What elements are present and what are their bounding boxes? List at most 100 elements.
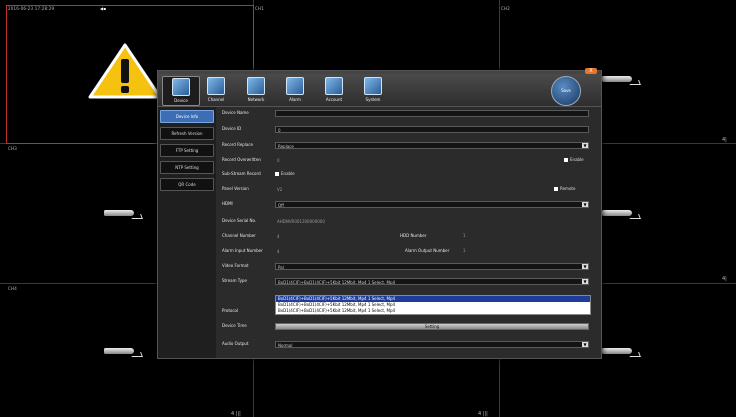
chevron-down-icon[interactable]: ▼ [582, 202, 588, 207]
channel-marker: 4| [722, 276, 727, 282]
field-label: Device Serial No. [222, 218, 257, 223]
row-hdmi: HDMI Off ▼ [220, 198, 592, 212]
select-value: Normal [278, 343, 293, 348]
row-device-name: Device Name [220, 107, 592, 121]
chevron-down-icon[interactable]: ▼ [582, 279, 588, 284]
sidebar-item-qr-code[interactable]: QR Code [160, 178, 214, 191]
channel-label: CH2 [501, 6, 510, 11]
field-label: Alarm Input Number [222, 248, 263, 253]
speaker-icon: ◀▪ [100, 6, 107, 11]
device-info-form: Device Name Device ID 0 Record Replace R… [220, 107, 592, 358]
device-id-input[interactable]: 0 [275, 126, 589, 133]
row-device-time: Device Time Setting [220, 320, 592, 334]
row-record-replace: Record Replace Replace ▼ [220, 139, 592, 153]
tab-label: Channel [207, 97, 225, 102]
hdd-number-value: 1 [463, 233, 466, 238]
alarm-input-value: 4 [277, 249, 280, 254]
panel-version-value: V2 [277, 187, 283, 192]
row-sub-stream-record: Sub-Stream Record Enable [220, 168, 592, 182]
row-alarm-numbers: Alarm Input Number 4 Alarm Output Number… [220, 245, 592, 259]
channel-label: CH1 [255, 6, 264, 11]
tab-channel[interactable]: Channel [198, 76, 234, 104]
field-label: HDMI [222, 201, 233, 206]
stream-type-dropdown-list: BxD1(4CIF)+BxD1(4CIF)+5Kbit 12Mbit, Mp4 … [275, 295, 591, 315]
tab-label: Account [325, 97, 343, 102]
checkbox-box [554, 187, 558, 191]
field-label: Device ID [222, 126, 242, 131]
camera-placeholder-icon [602, 76, 632, 82]
row-channel-number: Channel Number 4 HDD Number 1 [220, 230, 592, 244]
tab-label: Alarm [289, 97, 301, 102]
device-time-setting-button[interactable]: Setting [275, 323, 589, 330]
camera-placeholder-icon [602, 348, 632, 354]
record-replace-select[interactable]: Replace ▼ [275, 142, 589, 149]
chevron-down-icon[interactable]: ▼ [582, 143, 588, 148]
tab-system[interactable]: System [355, 76, 391, 104]
select-value: Replace [278, 144, 294, 149]
sidebar: Device Info Refresh Version FTP Setting … [158, 107, 216, 358]
tab-network[interactable]: Network [238, 76, 274, 104]
row-audio-output: Audio Output Normal ▼ [220, 338, 592, 352]
field-label: Protocol [222, 308, 239, 313]
field-label: Record Overwritten [222, 157, 261, 162]
checkbox-label: Enable [570, 157, 584, 162]
account-icon [325, 77, 343, 95]
field-label: Device Time [222, 323, 247, 328]
toolbar: Device Channel Network Alarm Account Sys… [158, 74, 601, 107]
checkbox-box [564, 158, 568, 162]
stream-type-select[interactable]: BxD1(4CIF)+BxD1(4CIF)+5Kbit 12Mbit, Mp4 … [275, 278, 589, 285]
dropdown-option[interactable]: BxD1(4CIF)+BxD1(4CIF)+5Kbit 12Mbit, Mp4 … [276, 308, 590, 314]
sidebar-item-refresh-version[interactable]: Refresh Version [160, 127, 214, 140]
row-stream-type: Stream Type BxD1(4CIF)+BxD1(4CIF)+5Kbit … [220, 275, 592, 289]
chevron-down-icon[interactable]: ▼ [582, 264, 588, 269]
field-label: Video Format [222, 263, 249, 268]
select-value: Pal [278, 265, 284, 270]
save-button[interactable]: Save [551, 76, 581, 106]
field-label: Stream Type [222, 278, 247, 283]
row-device-id: Device ID 0 [220, 123, 592, 137]
record-overwrite-value: 0 [277, 158, 280, 163]
sidebar-item-ntp-setting[interactable]: NTP Setting [160, 161, 214, 174]
row-record-overwrite: Record Overwritten 0 Enable [220, 154, 592, 168]
field-label: Channel Number [222, 233, 256, 238]
audio-output-select[interactable]: Normal ▼ [275, 341, 589, 348]
sidebar-item-ftp-setting[interactable]: FTP Setting [160, 144, 214, 157]
device-name-input[interactable] [275, 110, 589, 117]
select-value: BxD1(4CIF)+BxD1(4CIF)+5Kbit 12Mbit, Mp4 … [278, 280, 396, 285]
sidebar-item-device-info[interactable]: Device Info [160, 110, 214, 123]
hdmi-select[interactable]: Off ▼ [275, 201, 589, 208]
camera-placeholder-icon [104, 348, 134, 354]
channel-number-value: 4 [277, 234, 280, 239]
select-value: Off [278, 203, 284, 208]
device-icon [172, 78, 190, 96]
timestamp: 2016-06-23 17:28:29 [8, 6, 55, 11]
tab-device[interactable]: Device [162, 76, 200, 106]
field-label: Device Name [222, 110, 249, 115]
channel-marker: 4 ||| [478, 411, 488, 417]
tab-label: Network [247, 97, 265, 102]
channel-marker: 4| [722, 137, 727, 143]
channel-label: CH4 [8, 286, 17, 291]
tab-alarm[interactable]: Alarm [277, 76, 313, 104]
channel-label: CH3 [8, 146, 17, 151]
network-icon [247, 77, 265, 95]
video-format-select[interactable]: Pal ▼ [275, 263, 589, 270]
checkbox-label: Enable [281, 171, 295, 176]
tab-account[interactable]: Account [316, 76, 352, 104]
overwrite-enable-checkbox[interactable]: Enable [564, 157, 584, 162]
alarm-output-value: 1 [463, 248, 466, 253]
remote-checkbox[interactable]: Remote [554, 186, 575, 191]
channel-marker: 4 ||| [231, 411, 241, 417]
field-label: Panel Version [222, 186, 249, 191]
row-device-serial: Device Serial No. AHDNVR001200000000 [220, 215, 592, 229]
field-label: Record Replace [222, 142, 253, 147]
chevron-down-icon[interactable]: ▼ [582, 342, 588, 347]
device-settings-dialog: X Device Channel Network Alarm Account S… [157, 68, 602, 359]
camera-placeholder-icon [602, 210, 632, 216]
channel-icon [207, 77, 225, 95]
sub-stream-enable-checkbox[interactable]: Enable [275, 171, 295, 176]
warning-icon [88, 43, 162, 99]
alarm-icon [286, 77, 304, 95]
tab-label: System [365, 97, 381, 102]
checkbox-label: Remote [560, 186, 576, 191]
